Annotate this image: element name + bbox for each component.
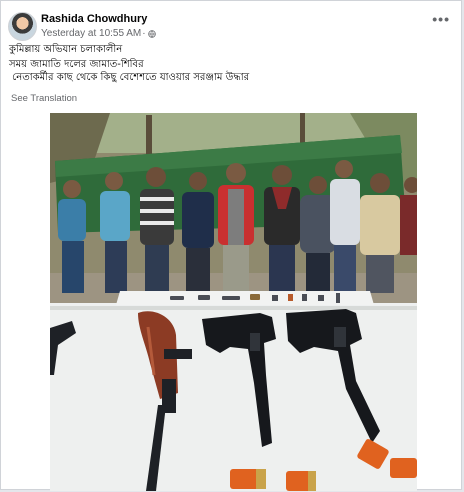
see-translation-link[interactable]: See Translation — [11, 93, 77, 104]
globe-icon — [147, 29, 156, 38]
post-photo[interactable] — [50, 113, 417, 491]
post-text-line: নেতাকর্মীর কাছ থেকে কিছু বেশেশতে যাওয়ার… — [9, 72, 250, 83]
post-text-line: সময় জামাতি দলের জামাত-শিবির — [9, 58, 144, 70]
post-text: কুমিল্লায় অভিযান চলাকালীন সময় জামাতি দ… — [9, 43, 249, 85]
author-name[interactable]: Rashida Chowdhury — [41, 13, 147, 25]
post-text-line: কুমিল্লায় অভিযান চলাকালীন — [9, 44, 123, 55]
post-card: Rashida Chowdhury Yesterday at 10:55 AM … — [0, 0, 462, 491]
more-options-button[interactable]: ••• — [432, 11, 450, 27]
avatar[interactable] — [8, 12, 37, 41]
timestamp[interactable]: Yesterday at 10:55 AM — [41, 28, 141, 39]
photo-illustration — [50, 113, 417, 491]
meta-separator: · — [142, 28, 146, 39]
post-meta: Yesterday at 10:55 AM · — [41, 28, 156, 39]
